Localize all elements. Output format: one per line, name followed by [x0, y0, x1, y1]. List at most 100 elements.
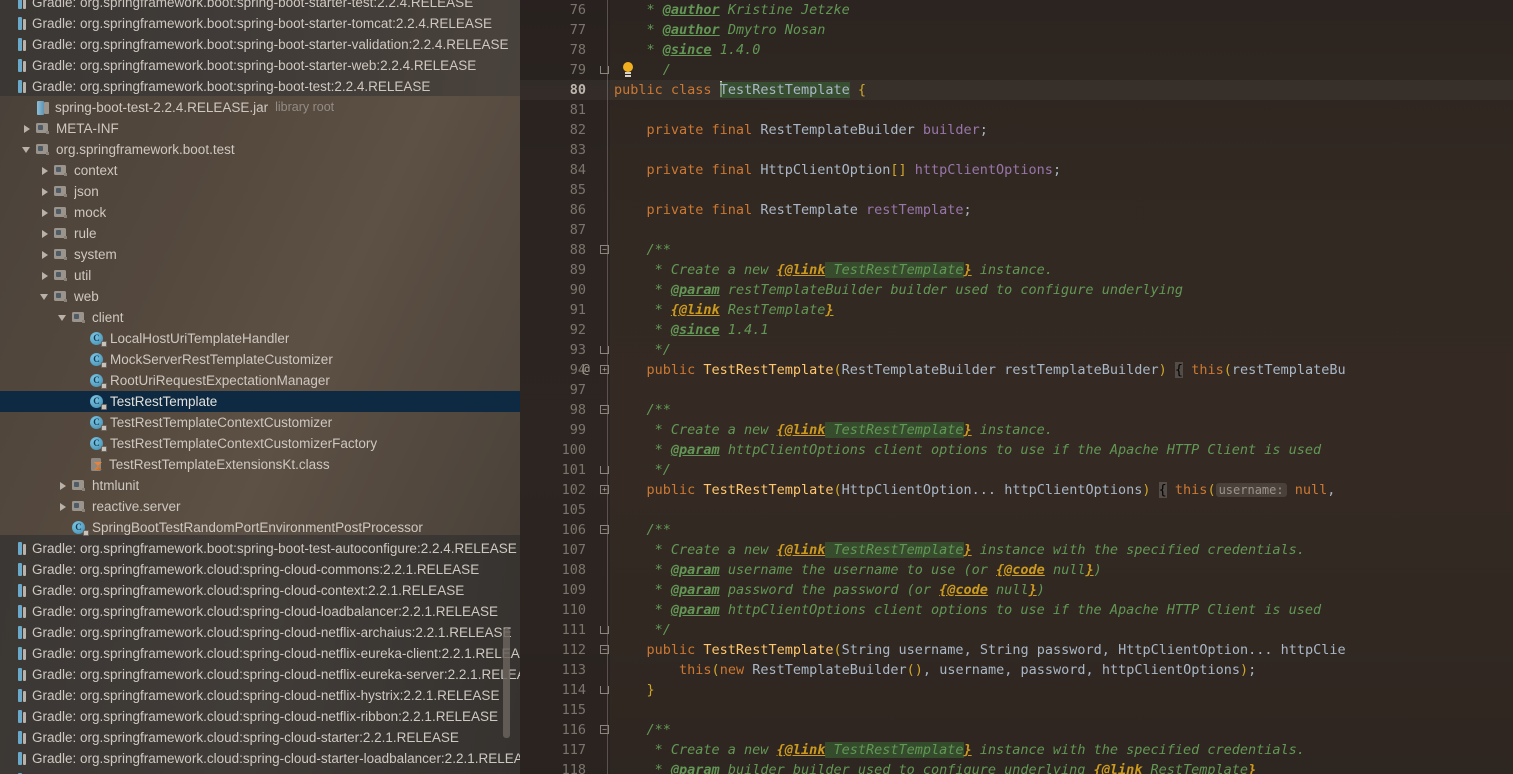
code-fold-toggle-icon[interactable]: + — [600, 365, 609, 374]
chevron-right-icon[interactable] — [40, 270, 51, 281]
tree-row[interactable]: context — [0, 160, 520, 181]
tree-row[interactable]: reactive.server — [0, 496, 520, 517]
code-line[interactable]: 97 — [520, 380, 1513, 400]
code-fold-toggle-icon[interactable]: − — [600, 645, 609, 654]
code-line[interactable]: 118 * @param builder builder used to con… — [520, 760, 1513, 774]
code-line[interactable]: 111 */ — [520, 620, 1513, 640]
tree-row[interactable]: TestRestTemplateExtensionsKt.class — [0, 454, 520, 475]
chevron-right-icon[interactable] — [58, 501, 69, 512]
code-line[interactable]: 81 — [520, 100, 1513, 120]
chevron-right-icon[interactable] — [58, 480, 69, 491]
code-fold-toggle-icon[interactable] — [600, 66, 609, 74]
code-line[interactable]: 84 private final HttpClientOption[] http… — [520, 160, 1513, 180]
code-line[interactable]: 83 — [520, 140, 1513, 160]
tree-row[interactable]: Gradle: org.springframework.boot:spring-… — [0, 34, 520, 55]
tree-row[interactable]: TestRestTemplateContextCustomizerFactory — [0, 433, 520, 454]
tree-row[interactable]: util — [0, 265, 520, 286]
code-line[interactable]: 92 * @since 1.4.1 — [520, 320, 1513, 340]
tree-row-selected[interactable]: TestRestTemplate — [0, 391, 520, 412]
code-line[interactable]: 98 − /** — [520, 400, 1513, 420]
tree-row[interactable]: Gradle: org.springframework.boot:spring-… — [0, 55, 520, 76]
code-fold-toggle-icon[interactable] — [600, 686, 609, 694]
code-fold-toggle-icon[interactable] — [600, 466, 609, 474]
code-line[interactable]: 107 * Create a new {@link TestRestTempla… — [520, 540, 1513, 560]
tree-row[interactable]: SpringBootTestRandomPortEnvironmentPostP… — [0, 517, 520, 538]
tree-row[interactable]: Gradle: org.springframework.cloud:spring… — [0, 769, 520, 774]
chevron-right-icon[interactable] — [40, 228, 51, 239]
chevron-down-icon[interactable] — [58, 312, 69, 323]
code-line[interactable]: 115 — [520, 700, 1513, 720]
tree-row[interactable]: spring-boot-test-2.2.4.RELEASE.jar librar… — [0, 97, 520, 118]
code-line[interactable]: 117 * Create a new {@link TestRestTempla… — [520, 740, 1513, 760]
tree-row[interactable]: LocalHostUriTemplateHandler — [0, 328, 520, 349]
code-line[interactable]: 108 * @param username the username to us… — [520, 560, 1513, 580]
code-fold-toggle-icon[interactable] — [600, 626, 609, 634]
code-fold-toggle-icon[interactable]: − — [600, 725, 609, 734]
code-line[interactable]: 116 − /** — [520, 720, 1513, 740]
chevron-right-icon[interactable] — [40, 186, 51, 197]
tree-row[interactable]: Gradle: org.springframework.cloud:spring… — [0, 664, 520, 685]
code-line[interactable]: 79 / — [520, 60, 1513, 80]
project-tool-window[interactable]: Gradle: org.springframework.boot:spring-… — [0, 0, 520, 774]
code-line[interactable]: 114 } — [520, 680, 1513, 700]
tree-row[interactable]: system — [0, 244, 520, 265]
code-line[interactable]: 87 — [520, 220, 1513, 240]
code-line[interactable]: 89 * Create a new {@link TestRestTemplat… — [520, 260, 1513, 280]
tree-row[interactable]: rule — [0, 223, 520, 244]
code-line[interactable]: 85 — [520, 180, 1513, 200]
tree-row[interactable]: web — [0, 286, 520, 307]
tree-row[interactable]: Gradle: org.springframework.boot:spring-… — [0, 538, 520, 559]
tree-row[interactable]: json — [0, 181, 520, 202]
code-fold-toggle-icon[interactable]: − — [600, 405, 609, 414]
tree-row[interactable]: Gradle: org.springframework.cloud:spring… — [0, 727, 520, 748]
tree-row[interactable]: TestRestTemplateContextCustomizer — [0, 412, 520, 433]
code-line[interactable]: 109 * @param password the password (or {… — [520, 580, 1513, 600]
code-line[interactable]: 106 − /** — [520, 520, 1513, 540]
code-line[interactable]: 105 — [520, 500, 1513, 520]
code-fold-toggle-icon[interactable]: − — [600, 525, 609, 534]
chevron-down-icon[interactable] — [22, 144, 33, 155]
tree-row[interactable]: Gradle: org.springframework.cloud:spring… — [0, 748, 520, 769]
code-line[interactable]: 112 − public TestRestTemplate(String user… — [520, 640, 1513, 660]
tree-row[interactable]: htmlunit — [0, 475, 520, 496]
code-line[interactable]: 113 this(new RestTemplateBuilder(), user… — [520, 660, 1513, 680]
code-line[interactable]: 82 private final RestTemplateBuilder bui… — [520, 120, 1513, 140]
chevron-right-icon[interactable] — [40, 207, 51, 218]
code-line[interactable]: 99 * Create a new {@link TestRestTemplat… — [520, 420, 1513, 440]
code-line[interactable]: 80 public class TestRestTemplate { — [520, 80, 1513, 100]
code-line[interactable]: 77 * @author Dmytro Nosan — [520, 20, 1513, 40]
code-line[interactable]: 101 */ — [520, 460, 1513, 480]
tree-row[interactable]: Gradle: org.springframework.cloud:spring… — [0, 643, 520, 664]
code-fold-toggle-icon[interactable]: + — [600, 485, 609, 494]
override-marker-icon[interactable]: @ — [582, 360, 590, 380]
tree-row[interactable]: Gradle: org.springframework.boot:spring-… — [0, 0, 520, 13]
tree-rows[interactable]: Gradle: org.springframework.boot:spring-… — [0, 0, 520, 774]
code-line[interactable]: 90 * @param restTemplateBuilder builder … — [520, 280, 1513, 300]
code-fold-toggle-icon[interactable]: − — [600, 245, 609, 254]
editor-pane[interactable]: 76 * @author Kristine Jetzke 77 * @author… — [520, 0, 1513, 774]
code-line[interactable]: 76 * @author Kristine Jetzke — [520, 0, 1513, 20]
code-line[interactable]: 93 */ — [520, 340, 1513, 360]
chevron-right-icon[interactable] — [40, 249, 51, 260]
code-line[interactable]: 78 * @since 1.4.0 — [520, 40, 1513, 60]
tree-row[interactable]: mock — [0, 202, 520, 223]
code-line[interactable]: 91 * {@link RestTemplate} — [520, 300, 1513, 320]
tree-row[interactable]: Gradle: org.springframework.cloud:spring… — [0, 706, 520, 727]
chevron-right-icon[interactable] — [40, 165, 51, 176]
code-line[interactable]: 88 − /** — [520, 240, 1513, 260]
tree-row[interactable]: Gradle: org.springframework.boot:spring-… — [0, 76, 520, 97]
code-line[interactable]: 100 * @param httpClientOptions client op… — [520, 440, 1513, 460]
tree-row[interactable]: Gradle: org.springframework.cloud:spring… — [0, 601, 520, 622]
chevron-right-icon[interactable] — [22, 123, 33, 134]
code-line[interactable]: 110 * @param httpClientOptions client op… — [520, 600, 1513, 620]
tree-row[interactable]: Gradle: org.springframework.cloud:spring… — [0, 580, 520, 601]
code-line[interactable]: 102 + public TestRestTemplate(HttpClientO… — [520, 480, 1513, 500]
tree-row[interactable]: Gradle: org.springframework.cloud:spring… — [0, 685, 520, 706]
code-line[interactable]: 94 @ + public TestRestTemplate(RestTemplat… — [520, 360, 1513, 380]
sidebar-vertical-scrollbar[interactable] — [503, 628, 510, 738]
tree-row[interactable]: Gradle: org.springframework.cloud:spring… — [0, 559, 520, 580]
tree-row[interactable]: client — [0, 307, 520, 328]
tree-row[interactable]: META-INF — [0, 118, 520, 139]
tree-row[interactable]: MockServerRestTemplateCustomizer — [0, 349, 520, 370]
tree-row[interactable]: RootUriRequestExpectationManager — [0, 370, 520, 391]
